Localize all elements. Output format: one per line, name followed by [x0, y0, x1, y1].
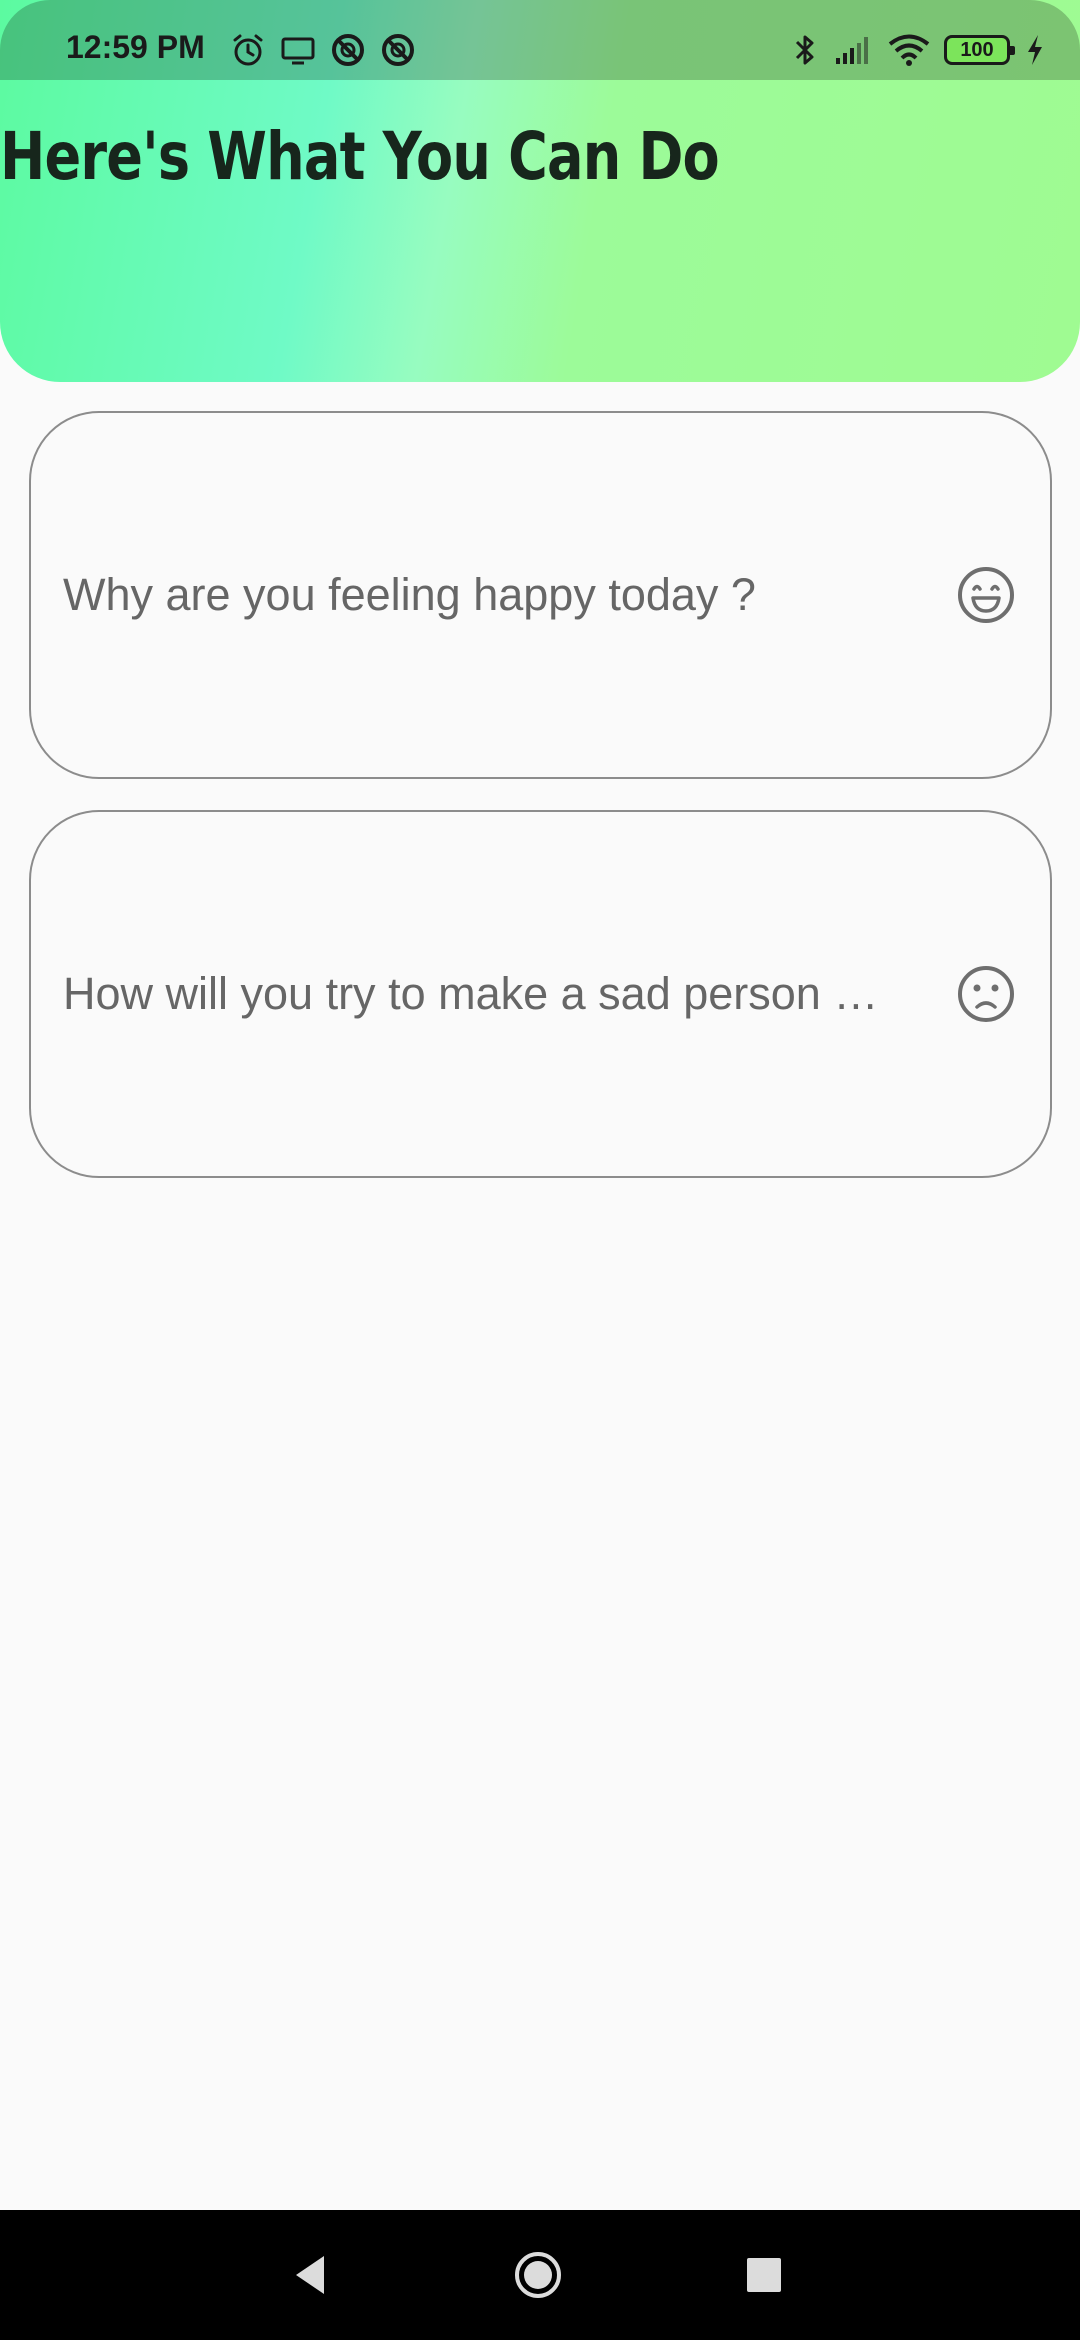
- status-bar: 12:59 PM 100: [0, 0, 1080, 80]
- back-icon[interactable]: [288, 2250, 338, 2300]
- battery-icon: 100: [944, 35, 1015, 65]
- alarm-icon: [230, 32, 266, 68]
- dnd-icon: [330, 32, 366, 68]
- card-prompt-text: How will you try to make a sad person …: [63, 968, 879, 1019]
- sad-prompt-card[interactable]: How will you try to make a sad person …: [29, 810, 1052, 1178]
- card-prompt-text: Why are you feeling happy today ?: [63, 569, 756, 620]
- screen-cast-icon: [280, 32, 316, 68]
- sad-face-icon: [956, 964, 1016, 1024]
- recents-icon[interactable]: [739, 2250, 789, 2300]
- bluetooth-icon: [790, 32, 820, 68]
- wifi-icon: [888, 33, 930, 67]
- navigation-bar: [0, 2210, 1080, 2340]
- charging-icon: [1024, 33, 1046, 67]
- dnd-icon: [380, 32, 416, 68]
- happy-prompt-card[interactable]: Why are you feeling happy today ?: [29, 411, 1052, 779]
- page-title: Here's What You Can Do: [0, 118, 720, 195]
- signal-icon: [834, 34, 874, 66]
- happy-face-icon: [956, 565, 1016, 625]
- home-icon[interactable]: [513, 2250, 563, 2300]
- status-time: 12:59 PM: [66, 29, 205, 65]
- header-banner: 12:59 PM 100 Here's What You Can Do: [0, 0, 1080, 382]
